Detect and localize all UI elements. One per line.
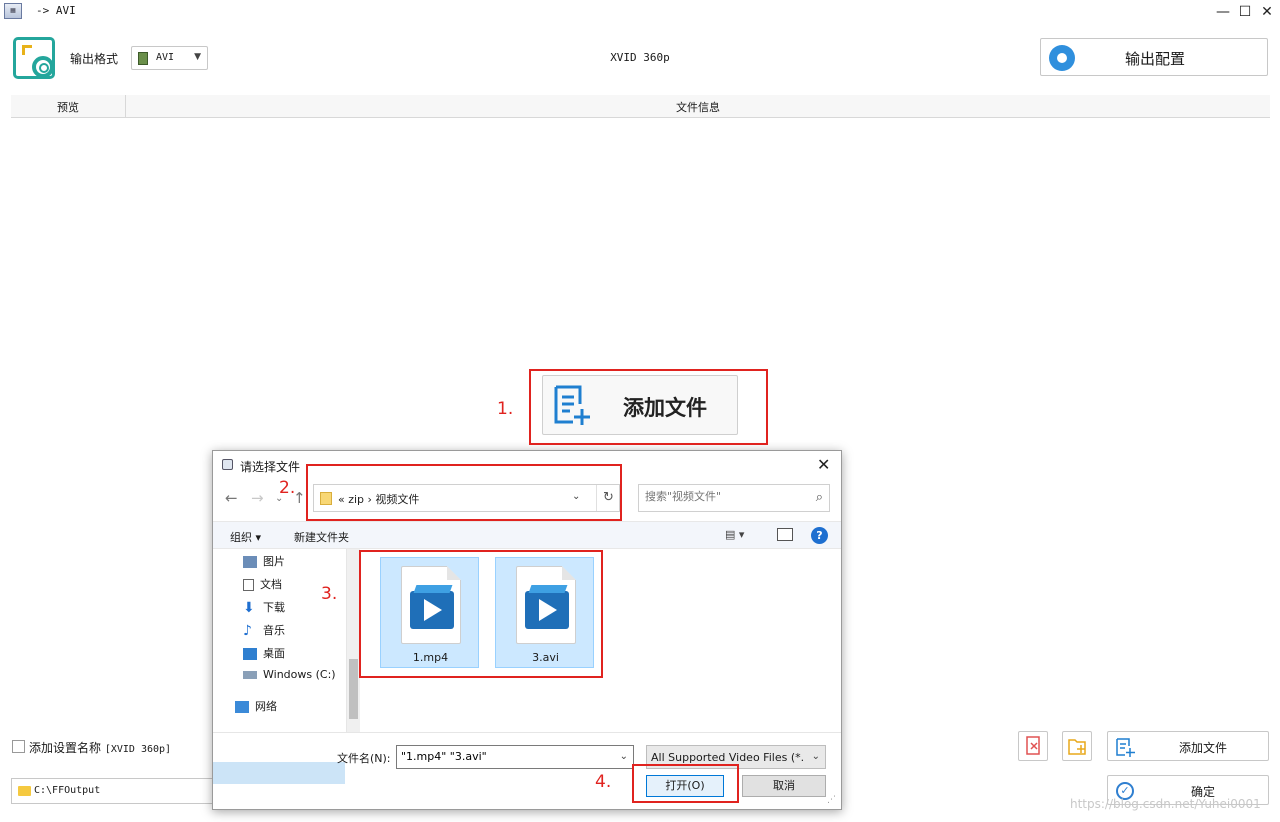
annotation-box-4 <box>632 764 739 803</box>
step-label-3: 3. <box>321 584 338 604</box>
output-config-button[interactable]: 输出配置 <box>1040 38 1268 76</box>
nav-label: 下载 <box>263 601 285 614</box>
nav-item-music[interactable]: ♪ 音乐 <box>243 622 285 642</box>
nav-label: 文档 <box>260 578 282 591</box>
nav-item-downloads[interactable]: ⬇ 下载 <box>243 599 285 619</box>
add-folder-button[interactable] <box>1062 731 1092 761</box>
nav-label: 桌面 <box>263 647 285 660</box>
chevron-down-icon[interactable]: ⌄ <box>620 751 628 762</box>
clear-list-button[interactable] <box>1018 731 1048 761</box>
nav-item-windows-c[interactable]: Windows (C:) <box>243 668 336 688</box>
search-icon[interactable]: ⌕ <box>816 490 823 505</box>
scrollbar-thumb[interactable] <box>349 659 358 719</box>
network-icon <box>235 701 249 713</box>
annotation-box-2 <box>306 464 622 521</box>
forward-arrow-icon[interactable]: → <box>251 489 264 507</box>
filename-label: 文件名(N): <box>337 752 391 765</box>
help-icon[interactable]: ? <box>811 527 828 544</box>
navigation-pane: 图片 文档 ⬇ 下载 ♪ 音乐 桌面 Windows (C:) 网络 <box>213 549 347 784</box>
output-path-field[interactable]: C:\FFOutput <box>11 778 221 804</box>
app-icon: ▦ <box>4 3 22 19</box>
save-preset-text: 添加设置名称 <box>29 741 102 755</box>
nav-label: Windows (C:) <box>263 668 336 681</box>
divider <box>213 732 841 733</box>
step-label-2: 2. <box>279 478 296 498</box>
preview-pane-icon[interactable] <box>777 528 793 541</box>
back-arrow-icon[interactable]: ← <box>225 489 238 507</box>
dialog-close-icon[interactable]: ✕ <box>817 455 830 474</box>
nav-item-documents[interactable]: 文档 <box>243 576 282 596</box>
add-folder-icon <box>1068 739 1086 755</box>
music-icon: ♪ <box>243 623 252 639</box>
step-label-4: 4. <box>595 772 612 792</box>
new-folder-button[interactable]: 新建文件夹 <box>294 529 349 545</box>
nav-item-network[interactable]: 网络 <box>235 698 277 718</box>
nav-label: 网络 <box>255 700 277 713</box>
pictures-icon <box>243 556 257 568</box>
download-icon: ⬇ <box>243 600 255 616</box>
nav-label: 音乐 <box>263 624 285 637</box>
resize-grip-icon[interactable]: ⋰ <box>827 795 836 805</box>
dialog-title: 请选择文件 <box>240 460 301 474</box>
maximize-button[interactable]: ☐ <box>1234 2 1256 22</box>
nav-label: 图片 <box>263 555 285 568</box>
save-preset-value: [XVID 360p] <box>104 744 172 755</box>
annotation-box-3 <box>359 550 603 678</box>
output-config-label: 输出配置 <box>1124 50 1185 68</box>
nav-selection-highlight <box>213 762 345 784</box>
minimize-button[interactable]: — <box>1212 2 1234 22</box>
delete-file-icon <box>1026 736 1040 755</box>
command-bar: 组织 ▾ 新建文件夹 ▤ ▾ ? <box>213 521 841 549</box>
cancel-button[interactable]: 取消 <box>742 775 826 797</box>
annotation-box-1 <box>529 369 768 445</box>
documents-icon <box>243 579 254 591</box>
add-file-label: 添加文件 <box>1178 741 1227 755</box>
output-path-value: C:\FFOutput <box>34 785 101 796</box>
nav-item-pictures[interactable]: 图片 <box>243 553 285 573</box>
view-options-icon[interactable]: ▤ ▾ <box>725 528 744 541</box>
column-preview[interactable]: 预览 <box>11 99 125 115</box>
close-button[interactable]: ✕ <box>1256 2 1278 22</box>
desktop-icon <box>243 648 257 660</box>
filename-input[interactable] <box>401 750 611 763</box>
dialog-app-icon <box>222 459 233 470</box>
search-input[interactable] <box>645 490 805 503</box>
drive-icon <box>243 671 257 679</box>
dialog-search[interactable]: ⌕ <box>638 484 830 512</box>
filename-field[interactable]: ⌄ <box>396 745 634 769</box>
nav-item-desktop[interactable]: 桌面 <box>243 645 285 665</box>
column-file-info[interactable]: 文件信息 <box>126 99 1270 115</box>
add-file-button[interactable]: 添加文件 <box>1107 731 1269 761</box>
chevron-down-icon: ⌄ <box>811 751 820 762</box>
watermark: https://blog.csdn.net/Yuhei0001 <box>1070 797 1261 811</box>
file-list-header: 预览 文件信息 <box>11 95 1270 118</box>
save-preset-label: 添加设置名称 [XVID 360p] <box>29 739 171 756</box>
organize-menu[interactable]: 组织 ▾ <box>230 529 261 545</box>
filetype-value: All Supported Video Files (*. <box>651 751 805 764</box>
window-title: -> AVI <box>36 4 76 17</box>
title-bar: ▦ -> AVI — ☐ ✕ <box>0 0 1280 24</box>
step-label-1: 1. <box>497 399 514 419</box>
folder-icon <box>18 786 31 796</box>
save-preset-checkbox[interactable] <box>12 740 25 753</box>
